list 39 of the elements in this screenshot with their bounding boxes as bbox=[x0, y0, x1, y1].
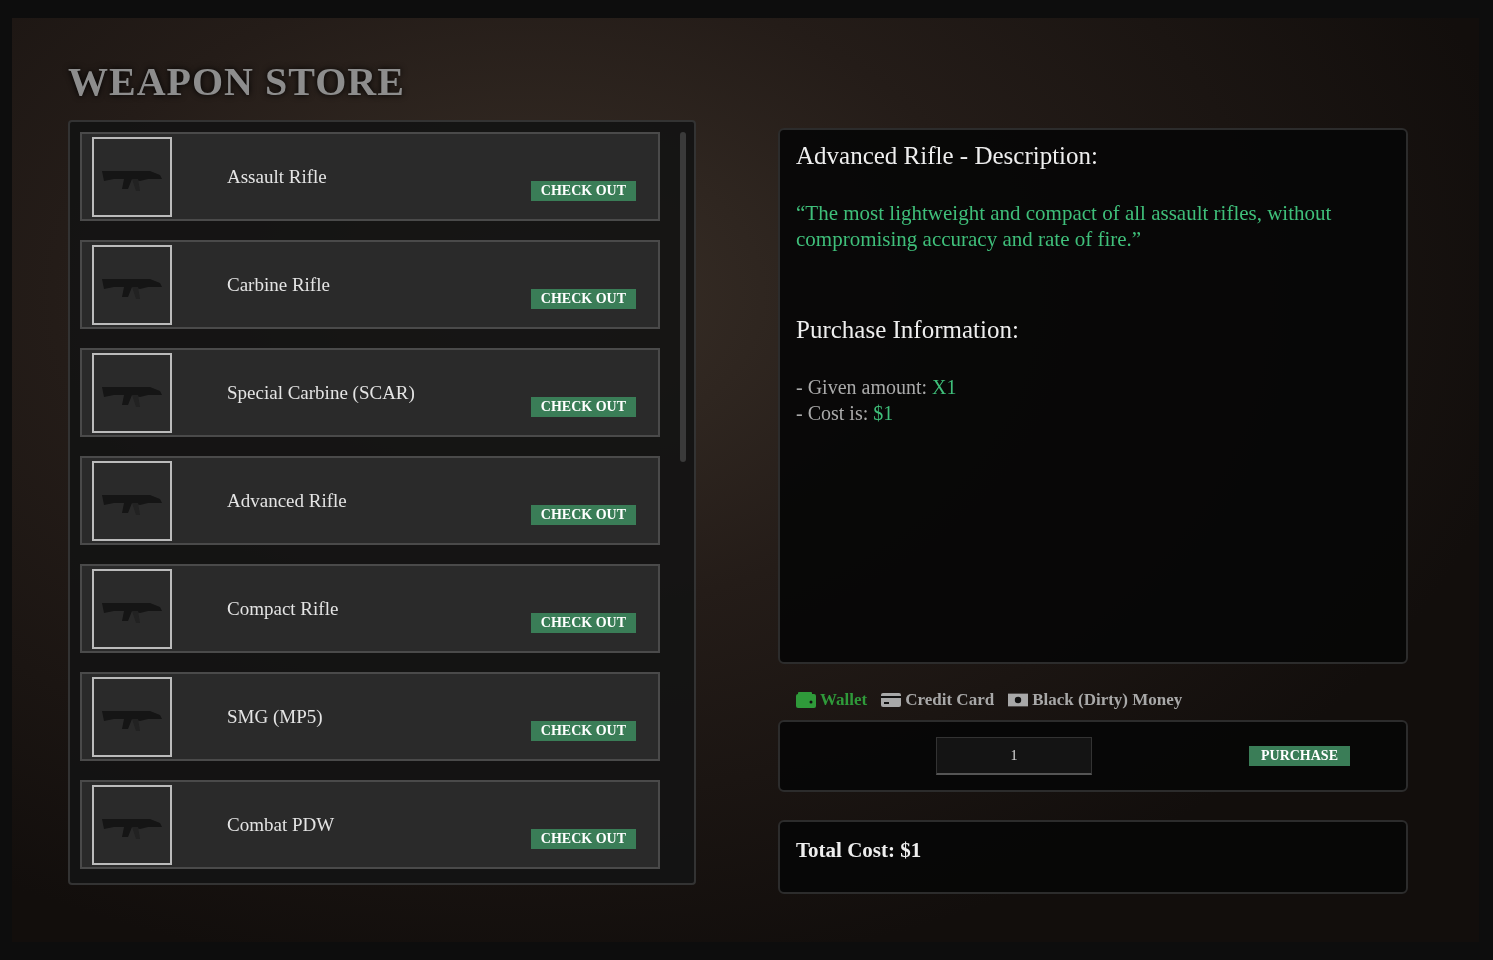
check-out-button[interactable]: CHECK OUT bbox=[530, 613, 636, 633]
check-out-button[interactable]: CHECK OUT bbox=[530, 289, 636, 309]
weapon-name: Special Carbine (SCAR) bbox=[227, 381, 416, 404]
weapon-name: SMG (MP5) bbox=[227, 705, 324, 728]
check-out-button[interactable]: CHECK OUT bbox=[530, 397, 636, 417]
rifle-icon bbox=[92, 352, 172, 433]
rifle-icon bbox=[92, 676, 172, 757]
scrollbar-thumb[interactable] bbox=[680, 132, 686, 462]
rifle-icon bbox=[92, 244, 172, 325]
check-out-button[interactable]: CHECK OUT bbox=[530, 721, 636, 741]
rifle-icon bbox=[92, 136, 172, 217]
info-value: $1 bbox=[873, 402, 894, 424]
description-text: “The most lightweight and compact of all assault rifles, without compromising accuracy and rate of fire.” bbox=[796, 200, 1333, 252]
check-out-button[interactable]: CHECK OUT bbox=[530, 505, 636, 525]
payment-option[interactable]: Credit Card bbox=[881, 690, 995, 710]
total-cost: Total Cost: $1 bbox=[796, 838, 922, 862]
quantity-field[interactable]: 1 bbox=[936, 737, 1092, 775]
payment-option[interactable]: Black (Dirty) Money bbox=[1008, 690, 1183, 710]
purchase-button[interactable]: PURCHASE bbox=[1249, 746, 1350, 766]
weapon-name: Compact Rifle bbox=[227, 597, 340, 620]
rifle-icon bbox=[92, 460, 172, 541]
store-title: WEAPON STORE bbox=[68, 62, 406, 102]
wallet-icon bbox=[796, 692, 816, 708]
weapon-name: Combat PDW bbox=[227, 813, 336, 836]
weapon-name: Advanced Rifle bbox=[227, 489, 348, 512]
description-heading: Advanced Rifle - Description: bbox=[796, 142, 1099, 170]
info-value: X1 bbox=[932, 376, 957, 398]
check-out-button[interactable]: CHECK OUT bbox=[530, 181, 636, 201]
rifle-icon bbox=[92, 784, 172, 865]
purchase-info-heading: Purchase Information: bbox=[796, 316, 1020, 344]
payment-option[interactable]: Wallet bbox=[796, 690, 868, 710]
info-label: - Given amount: bbox=[796, 376, 928, 398]
credit-card-icon bbox=[881, 692, 902, 708]
rifle-icon bbox=[92, 568, 172, 649]
check-out-button[interactable]: CHECK OUT bbox=[530, 829, 636, 849]
info-label: - Cost is: bbox=[796, 402, 869, 424]
weapon-name: Assault Rifle bbox=[227, 165, 328, 188]
weapon-name: Carbine Rifle bbox=[227, 273, 331, 296]
banknote-icon bbox=[1008, 692, 1029, 708]
